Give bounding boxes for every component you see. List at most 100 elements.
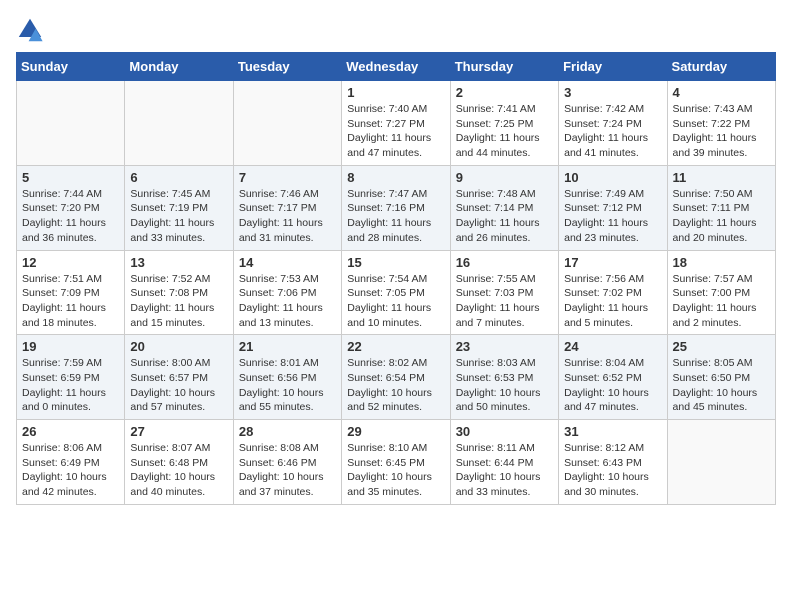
- day-info: Sunrise: 8:05 AM Sunset: 6:50 PM Dayligh…: [673, 356, 770, 415]
- calendar-cell: 16 Sunrise: 7:55 AM Sunset: 7:03 PM Dayli…: [450, 250, 558, 335]
- day-number: 8: [347, 170, 444, 185]
- day-number: 4: [673, 85, 770, 100]
- calendar-cell: 25 Sunrise: 8:05 AM Sunset: 6:50 PM Dayli…: [667, 335, 775, 420]
- day-number: 9: [456, 170, 553, 185]
- calendar-cell: 18 Sunrise: 7:57 AM Sunset: 7:00 PM Dayli…: [667, 250, 775, 335]
- day-number: 12: [22, 255, 119, 270]
- day-number: 27: [130, 424, 227, 439]
- day-number: 30: [456, 424, 553, 439]
- day-number: 14: [239, 255, 336, 270]
- calendar-cell: 1 Sunrise: 7:40 AM Sunset: 7:27 PM Daylig…: [342, 81, 450, 166]
- day-number: 22: [347, 339, 444, 354]
- calendar-cell: 30 Sunrise: 8:11 AM Sunset: 6:44 PM Dayli…: [450, 420, 558, 505]
- calendar-cell: 13 Sunrise: 7:52 AM Sunset: 7:08 PM Dayli…: [125, 250, 233, 335]
- day-info: Sunrise: 7:50 AM Sunset: 7:11 PM Dayligh…: [673, 187, 770, 246]
- calendar-cell: 5 Sunrise: 7:44 AM Sunset: 7:20 PM Daylig…: [17, 165, 125, 250]
- day-info: Sunrise: 8:06 AM Sunset: 6:49 PM Dayligh…: [22, 441, 119, 500]
- day-number: 10: [564, 170, 661, 185]
- day-number: 24: [564, 339, 661, 354]
- calendar-cell: 10 Sunrise: 7:49 AM Sunset: 7:12 PM Dayli…: [559, 165, 667, 250]
- calendar-cell: 8 Sunrise: 7:47 AM Sunset: 7:16 PM Daylig…: [342, 165, 450, 250]
- calendar-cell: 6 Sunrise: 7:45 AM Sunset: 7:19 PM Daylig…: [125, 165, 233, 250]
- day-number: 28: [239, 424, 336, 439]
- logo-icon: [16, 16, 44, 44]
- day-info: Sunrise: 7:42 AM Sunset: 7:24 PM Dayligh…: [564, 102, 661, 161]
- calendar-cell: [125, 81, 233, 166]
- day-number: 31: [564, 424, 661, 439]
- calendar-table: SundayMondayTuesdayWednesdayThursdayFrid…: [16, 52, 776, 505]
- calendar-week-row: 19 Sunrise: 7:59 AM Sunset: 6:59 PM Dayli…: [17, 335, 776, 420]
- day-info: Sunrise: 7:49 AM Sunset: 7:12 PM Dayligh…: [564, 187, 661, 246]
- calendar-cell: 4 Sunrise: 7:43 AM Sunset: 7:22 PM Daylig…: [667, 81, 775, 166]
- calendar-cell: 26 Sunrise: 8:06 AM Sunset: 6:49 PM Dayli…: [17, 420, 125, 505]
- calendar-cell: 19 Sunrise: 7:59 AM Sunset: 6:59 PM Dayli…: [17, 335, 125, 420]
- calendar-cell: 23 Sunrise: 8:03 AM Sunset: 6:53 PM Dayli…: [450, 335, 558, 420]
- calendar-cell: 12 Sunrise: 7:51 AM Sunset: 7:09 PM Dayli…: [17, 250, 125, 335]
- day-number: 7: [239, 170, 336, 185]
- day-number: 3: [564, 85, 661, 100]
- day-info: Sunrise: 8:00 AM Sunset: 6:57 PM Dayligh…: [130, 356, 227, 415]
- day-number: 1: [347, 85, 444, 100]
- day-number: 29: [347, 424, 444, 439]
- calendar-cell: 7 Sunrise: 7:46 AM Sunset: 7:17 PM Daylig…: [233, 165, 341, 250]
- day-number: 18: [673, 255, 770, 270]
- weekday-header-thursday: Thursday: [450, 53, 558, 81]
- calendar-cell: 15Sunrise: 7:54 AM Sunset: 7:05 PM Dayli…: [342, 250, 450, 335]
- day-info: Sunrise: 8:04 AM Sunset: 6:52 PM Dayligh…: [564, 356, 661, 415]
- calendar-cell: 2 Sunrise: 7:41 AM Sunset: 7:25 PM Daylig…: [450, 81, 558, 166]
- day-info: Sunrise: 7:57 AM Sunset: 7:00 PM Dayligh…: [673, 272, 770, 331]
- day-number: 2: [456, 85, 553, 100]
- day-info: Sunrise: 7:41 AM Sunset: 7:25 PM Dayligh…: [456, 102, 553, 161]
- day-info: Sunrise: 7:51 AM Sunset: 7:09 PM Dayligh…: [22, 272, 119, 331]
- day-number: 13: [130, 255, 227, 270]
- day-info: Sunrise: 8:12 AM Sunset: 6:43 PM Dayligh…: [564, 441, 661, 500]
- calendar-cell: 27 Sunrise: 8:07 AM Sunset: 6:48 PM Dayli…: [125, 420, 233, 505]
- day-number: 26: [22, 424, 119, 439]
- calendar-cell: 11 Sunrise: 7:50 AM Sunset: 7:11 PM Dayli…: [667, 165, 775, 250]
- calendar-cell: 29 Sunrise: 8:10 AM Sunset: 6:45 PM Dayli…: [342, 420, 450, 505]
- calendar-cell: 28 Sunrise: 8:08 AM Sunset: 6:46 PM Dayli…: [233, 420, 341, 505]
- day-info: Sunrise: 7:46 AM Sunset: 7:17 PM Dayligh…: [239, 187, 336, 246]
- weekday-header-friday: Friday: [559, 53, 667, 81]
- day-number: 11: [673, 170, 770, 185]
- day-info: Sunrise: 8:10 AM Sunset: 6:45 PM Dayligh…: [347, 441, 444, 500]
- day-number: 5: [22, 170, 119, 185]
- day-info: Sunrise: 7:59 AM Sunset: 6:59 PM Dayligh…: [22, 356, 119, 415]
- day-info: Sunrise: 7:52 AM Sunset: 7:08 PM Dayligh…: [130, 272, 227, 331]
- weekday-header-sunday: Sunday: [17, 53, 125, 81]
- calendar-week-row: 5 Sunrise: 7:44 AM Sunset: 7:20 PM Daylig…: [17, 165, 776, 250]
- day-info: Sunrise: 7:44 AM Sunset: 7:20 PM Dayligh…: [22, 187, 119, 246]
- day-number: 19: [22, 339, 119, 354]
- weekday-header-monday: Monday: [125, 53, 233, 81]
- day-info: Sunrise: 8:03 AM Sunset: 6:53 PM Dayligh…: [456, 356, 553, 415]
- calendar-cell: 9Sunrise: 7:48 AM Sunset: 7:14 PM Daylig…: [450, 165, 558, 250]
- day-info: Sunrise: 8:11 AM Sunset: 6:44 PM Dayligh…: [456, 441, 553, 500]
- calendar-week-row: 1 Sunrise: 7:40 AM Sunset: 7:27 PM Daylig…: [17, 81, 776, 166]
- day-number: 17: [564, 255, 661, 270]
- day-info: Sunrise: 7:56 AM Sunset: 7:02 PM Dayligh…: [564, 272, 661, 331]
- day-number: 25: [673, 339, 770, 354]
- page-header: [16, 16, 776, 44]
- day-info: Sunrise: 7:45 AM Sunset: 7:19 PM Dayligh…: [130, 187, 227, 246]
- day-info: Sunrise: 7:47 AM Sunset: 7:16 PM Dayligh…: [347, 187, 444, 246]
- day-number: 16: [456, 255, 553, 270]
- weekday-header-tuesday: Tuesday: [233, 53, 341, 81]
- day-number: 21: [239, 339, 336, 354]
- calendar-cell: [17, 81, 125, 166]
- day-info: Sunrise: 7:43 AM Sunset: 7:22 PM Dayligh…: [673, 102, 770, 161]
- day-info: Sunrise: 8:01 AM Sunset: 6:56 PM Dayligh…: [239, 356, 336, 415]
- calendar-cell: 24 Sunrise: 8:04 AM Sunset: 6:52 PM Dayli…: [559, 335, 667, 420]
- day-info: Sunrise: 7:55 AM Sunset: 7:03 PM Dayligh…: [456, 272, 553, 331]
- calendar-cell: 3 Sunrise: 7:42 AM Sunset: 7:24 PM Daylig…: [559, 81, 667, 166]
- calendar-cell: 17 Sunrise: 7:56 AM Sunset: 7:02 PM Dayli…: [559, 250, 667, 335]
- day-info: Sunrise: 7:40 AM Sunset: 7:27 PM Dayligh…: [347, 102, 444, 161]
- weekday-header-wednesday: Wednesday: [342, 53, 450, 81]
- weekday-header-row: SundayMondayTuesdayWednesdayThursdayFrid…: [17, 53, 776, 81]
- logo: [16, 16, 48, 44]
- day-number: 6: [130, 170, 227, 185]
- day-info: Sunrise: 8:08 AM Sunset: 6:46 PM Dayligh…: [239, 441, 336, 500]
- day-number: 23: [456, 339, 553, 354]
- calendar-week-row: 12 Sunrise: 7:51 AM Sunset: 7:09 PM Dayli…: [17, 250, 776, 335]
- calendar-cell: 31 Sunrise: 8:12 AM Sunset: 6:43 PM Dayli…: [559, 420, 667, 505]
- day-info: Sunrise: 8:07 AM Sunset: 6:48 PM Dayligh…: [130, 441, 227, 500]
